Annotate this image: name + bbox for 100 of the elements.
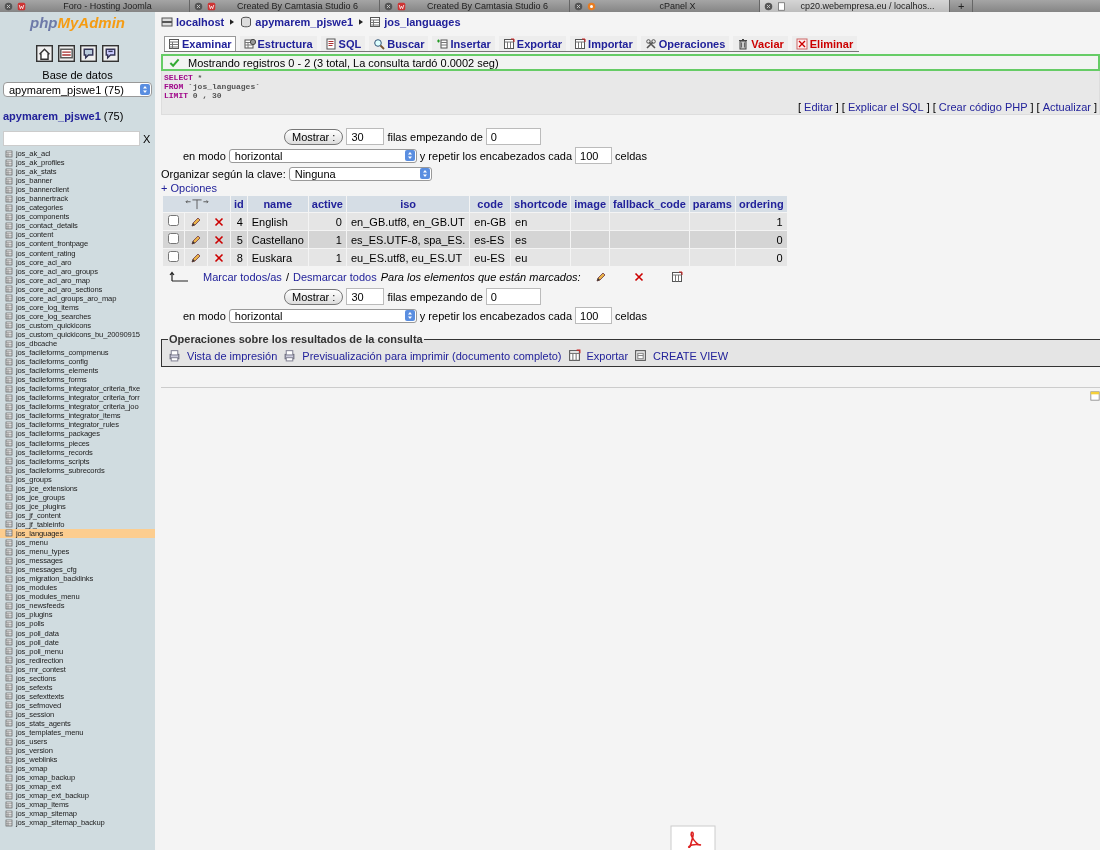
with-selected-label: Para los elementos que están marcados:: [380, 271, 581, 283]
close-icon[interactable]: [384, 1, 393, 11]
options-link[interactable]: + Opciones: [161, 182, 217, 194]
documentation-icon[interactable]: [102, 45, 119, 62]
tab[interactable]: Operaciones: [640, 36, 730, 51]
show-button[interactable]: Mostrar :: [284, 288, 344, 305]
query-link[interactable]: Editar: [804, 101, 833, 113]
operation-link[interactable]: Exportar: [586, 349, 629, 362]
breadcrumb-link[interactable]: jos_languages: [384, 16, 461, 28]
filter-field[interactable]: [3, 131, 140, 146]
rows-field[interactable]: 30: [346, 288, 385, 305]
start-field[interactable]: 0: [485, 288, 541, 305]
column-header[interactable]: name: [247, 196, 308, 212]
delete-icon[interactable]: [213, 233, 225, 246]
delete-icon[interactable]: [632, 271, 645, 283]
bracket: [: [932, 101, 936, 113]
column-header[interactable]: active: [308, 196, 346, 212]
tab[interactable]: Buscar: [369, 36, 429, 51]
table-cell: 0: [736, 231, 787, 248]
tab[interactable]: Importar: [570, 36, 637, 51]
sql-query: SELECT * FROM `jos_languages` LIMIT 0 , 30: [164, 73, 261, 101]
table-cell: en: [511, 213, 571, 230]
breadcrumb-link[interactable]: localhost: [176, 16, 225, 28]
pencil-icon[interactable]: [190, 233, 202, 246]
close-icon[interactable]: [4, 1, 13, 11]
query-link[interactable]: Actualizar: [1042, 101, 1091, 113]
tab[interactable]: Estructura: [239, 36, 317, 51]
table-cell: 5: [231, 231, 247, 248]
column-header[interactable]: id: [231, 196, 247, 212]
checkmark-icon: [169, 57, 180, 68]
close-icon[interactable]: [764, 1, 773, 11]
operation-link[interactable]: CREATE VIEW: [653, 349, 729, 362]
column-header[interactable]: fallback_code: [610, 196, 689, 212]
table-cell: Euskara: [247, 249, 308, 266]
breadcrumb-link[interactable]: apymarem_pjswe1: [255, 16, 354, 28]
export-icon[interactable]: [670, 271, 683, 283]
query-link[interactable]: Crear código PHP: [938, 101, 1028, 113]
delete-icon[interactable]: [213, 251, 225, 264]
column-header[interactable]: image: [571, 196, 610, 212]
repeat-field[interactable]: 100: [575, 147, 613, 164]
column-header[interactable]: params: [689, 196, 735, 212]
stepper-icon: [404, 150, 415, 161]
table-cell: es_ES.UTF-8, spa_ES.: [346, 231, 470, 248]
browser-tab[interactable]: Created By Camtasia Studio 6: [380, 0, 570, 12]
document-icon: [324, 38, 337, 50]
query-link[interactable]: Explicar el SQL: [847, 101, 924, 113]
table-cell: eu: [511, 249, 571, 266]
table-cell: eu_ES.utf8, eu_ES.UT: [346, 249, 470, 266]
bracket: ]: [835, 101, 839, 113]
rows-field[interactable]: 30: [346, 128, 385, 145]
server-icon: [161, 16, 173, 28]
pencil-icon[interactable]: [190, 215, 202, 228]
browser-tab[interactable]: Created By Camtasia Studio 6: [190, 0, 380, 12]
pdf-icon[interactable]: [670, 825, 716, 850]
show-button[interactable]: Mostrar :: [284, 128, 344, 145]
page-icon: [777, 1, 786, 11]
column-header[interactable]: ordering: [736, 196, 787, 212]
delete-icon[interactable]: [213, 215, 225, 228]
close-icon[interactable]: [574, 1, 583, 11]
column-header[interactable]: iso: [346, 196, 470, 212]
help-icon[interactable]: [80, 45, 97, 62]
trash-icon: [737, 38, 750, 50]
start-field[interactable]: 0: [485, 128, 541, 145]
operation-link[interactable]: Vista de impresión: [187, 349, 278, 362]
sort-select[interactable]: Ninguna: [288, 166, 432, 181]
table-cell: 8: [231, 249, 247, 266]
column-header[interactable]: code: [470, 196, 511, 212]
table-cell: eu-ES: [470, 249, 511, 266]
tab[interactable]: Examinar: [164, 36, 236, 51]
browser-tab[interactable]: cp20.webempresa.eu / localhos...: [760, 0, 950, 12]
tab[interactable]: Exportar: [498, 36, 567, 51]
new-tab-button[interactable]: +: [950, 0, 974, 12]
pencil-icon[interactable]: [594, 271, 607, 283]
row-checkbox[interactable]: [168, 251, 179, 262]
tab[interactable]: Insertar: [432, 36, 495, 51]
home-icon[interactable]: [36, 45, 53, 62]
success-message: Mostrando registros 0 - 2 (3 total, La consulta tardó 0.0002 seg): [161, 54, 1100, 71]
bracket: ]: [1030, 101, 1034, 113]
check-all-link[interactable]: Marcar todos/as: [203, 271, 282, 283]
column-header[interactable]: shortcode: [511, 196, 571, 212]
database-select[interactable]: apymarem_pjswe1 (75): [3, 82, 152, 97]
tab[interactable]: SQL: [320, 36, 366, 51]
clear-filter-button[interactable]: X: [143, 132, 151, 145]
sql-window-icon[interactable]: [58, 45, 75, 62]
tab[interactable]: Eliminar: [791, 36, 858, 51]
tab[interactable]: Vaciar: [733, 36, 788, 51]
note-icon: [1090, 390, 1100, 402]
row-checkbox[interactable]: [168, 215, 179, 226]
repeat-field[interactable]: 100: [575, 307, 613, 324]
pencil-icon[interactable]: [190, 251, 202, 264]
table-cell: en-GB: [470, 213, 511, 230]
close-icon[interactable]: [194, 1, 203, 11]
mode-select[interactable]: horizontal: [228, 148, 417, 163]
table-arrow-icon: [574, 38, 587, 50]
logo: phpMyAdmin: [30, 14, 125, 31]
uncheck-all-link[interactable]: Desmarcar todos: [292, 271, 377, 283]
operation-link[interactable]: Previsualización para imprimir (documento completo): [302, 349, 562, 362]
mode-select[interactable]: horizontal: [228, 308, 417, 323]
row-checkbox[interactable]: [168, 233, 179, 244]
database-link[interactable]: apymarem_pjswe1: [3, 110, 101, 122]
